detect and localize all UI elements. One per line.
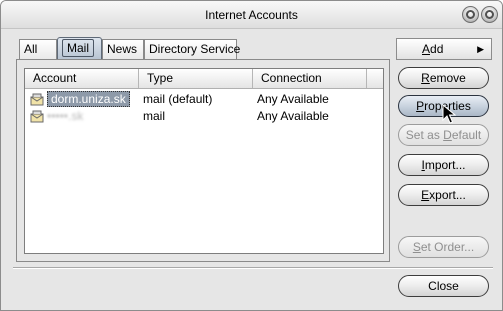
tab-news[interactable]: News: [102, 39, 144, 59]
column-header-connection[interactable]: Connection: [253, 69, 367, 88]
mail-account-icon: [30, 93, 44, 106]
selected-account-label: dorm.uniza.sk: [47, 91, 130, 107]
set-order-button[interactable]: Set Order...: [398, 236, 489, 258]
account-type: mail: [143, 109, 166, 123]
set-as-default-button[interactable]: Set as Default: [398, 124, 489, 146]
table-row[interactable]: •••••.sk mail Any Available: [25, 108, 383, 125]
account-connection: Any Available: [257, 92, 329, 106]
account-type: mail (default): [143, 92, 213, 106]
column-header-account[interactable]: Account: [25, 69, 139, 88]
account-name: •••••.sk: [47, 109, 84, 123]
accounts-list[interactable]: Account Type Connection dorm.uniza.sk ma…: [24, 68, 384, 254]
arrow-right-icon: ▶: [477, 44, 484, 54]
tab-mail[interactable]: Mail: [57, 37, 102, 59]
internet-accounts-window: Internet Accounts All Mail News Director…: [0, 0, 503, 311]
tab-all[interactable]: All: [19, 39, 57, 59]
list-header: Account Type Connection: [25, 69, 383, 89]
remove-button[interactable]: Remove: [398, 67, 489, 89]
close-button[interactable]: Close: [398, 275, 489, 297]
close-icon: [485, 10, 494, 19]
tab-mail-label: Mail: [62, 39, 95, 57]
add-label: Add: [422, 42, 444, 56]
title-bar[interactable]: Internet Accounts: [1, 1, 502, 29]
import-button[interactable]: Import...: [398, 154, 489, 176]
mail-account-icon: [30, 110, 44, 123]
mouse-pointer-icon: [442, 104, 456, 124]
minimize-icon: [466, 10, 475, 19]
add-button[interactable]: Add ▶: [396, 38, 492, 60]
account-name: dorm.uniza.sk: [47, 91, 130, 108]
separator: [13, 267, 493, 269]
close-window-button[interactable]: [481, 6, 498, 23]
tab-panel: Account Type Connection dorm.uniza.sk ma…: [16, 59, 390, 262]
export-button[interactable]: Export...: [398, 184, 489, 206]
table-row[interactable]: dorm.uniza.sk mail (default) Any Availab…: [25, 91, 383, 108]
column-header-type[interactable]: Type: [139, 69, 253, 88]
account-connection: Any Available: [257, 109, 329, 123]
window-title: Internet Accounts: [205, 8, 298, 22]
column-header-filler: [367, 69, 383, 88]
tab-directory-service[interactable]: Directory Service: [144, 39, 240, 59]
minimize-button[interactable]: [462, 6, 479, 23]
